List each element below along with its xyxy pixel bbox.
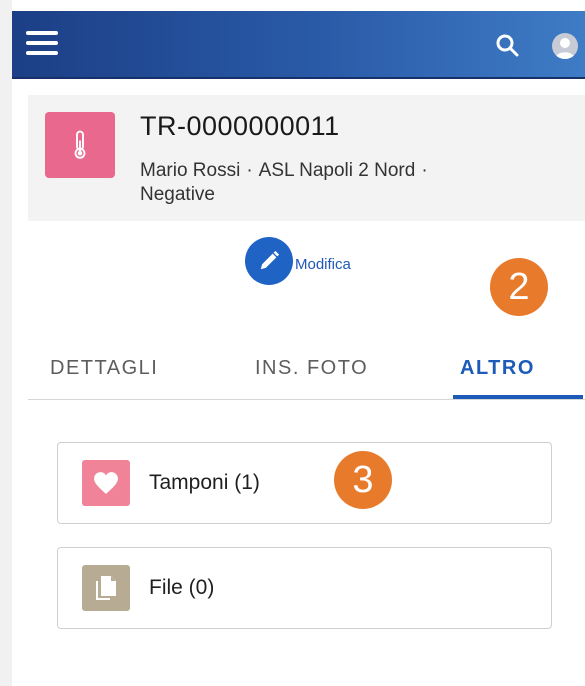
active-tab-indicator [453, 395, 583, 399]
separator-dot: · [421, 160, 428, 181]
tab-dettagli[interactable]: DETTAGLI [50, 357, 158, 380]
test-result: Negative [140, 184, 215, 205]
annotation-badge-3: 3 [334, 451, 392, 509]
pencil-icon [260, 250, 280, 270]
patient-name: Mario Rossi [140, 160, 241, 181]
heart-icon [82, 460, 130, 506]
tab-altro[interactable]: ALTRO [460, 357, 535, 380]
asl-name: ASL Napoli 2 Nord [258, 160, 416, 181]
file-icon [82, 565, 130, 611]
user-avatar-icon[interactable] [552, 33, 578, 59]
edit-button[interactable] [245, 237, 293, 285]
search-icon[interactable] [495, 33, 519, 57]
related-list-file[interactable]: File (0) [57, 547, 552, 629]
top-app-bar [12, 11, 585, 79]
tab-bar: DETTAGLI INS. FOTO ALTRO [28, 337, 585, 400]
separator-dot: · [246, 160, 253, 181]
tab-ins-foto[interactable]: INS. FOTO [255, 357, 368, 380]
record-subtitle: Mario Rossi · ASL Napoli 2 Nord · Negative [140, 159, 560, 207]
annotation-badge-2: 2 [490, 258, 548, 316]
thermometer-icon [45, 112, 115, 178]
app-frame: TR-0000000011 Mario Rossi · ASL Napoli 2 N… [12, 0, 585, 686]
record-title: TR-0000000011 [140, 111, 340, 141]
edit-label[interactable]: Modifica [295, 256, 351, 273]
record-header-card: TR-0000000011 Mario Rossi · ASL Napoli 2 N… [28, 95, 585, 221]
related-list-label: File (0) [149, 576, 215, 599]
related-list-label: Tamponi (1) [149, 471, 260, 494]
hamburger-menu-icon[interactable] [26, 31, 58, 55]
related-list-tamponi[interactable]: Tamponi (1) [57, 442, 552, 524]
